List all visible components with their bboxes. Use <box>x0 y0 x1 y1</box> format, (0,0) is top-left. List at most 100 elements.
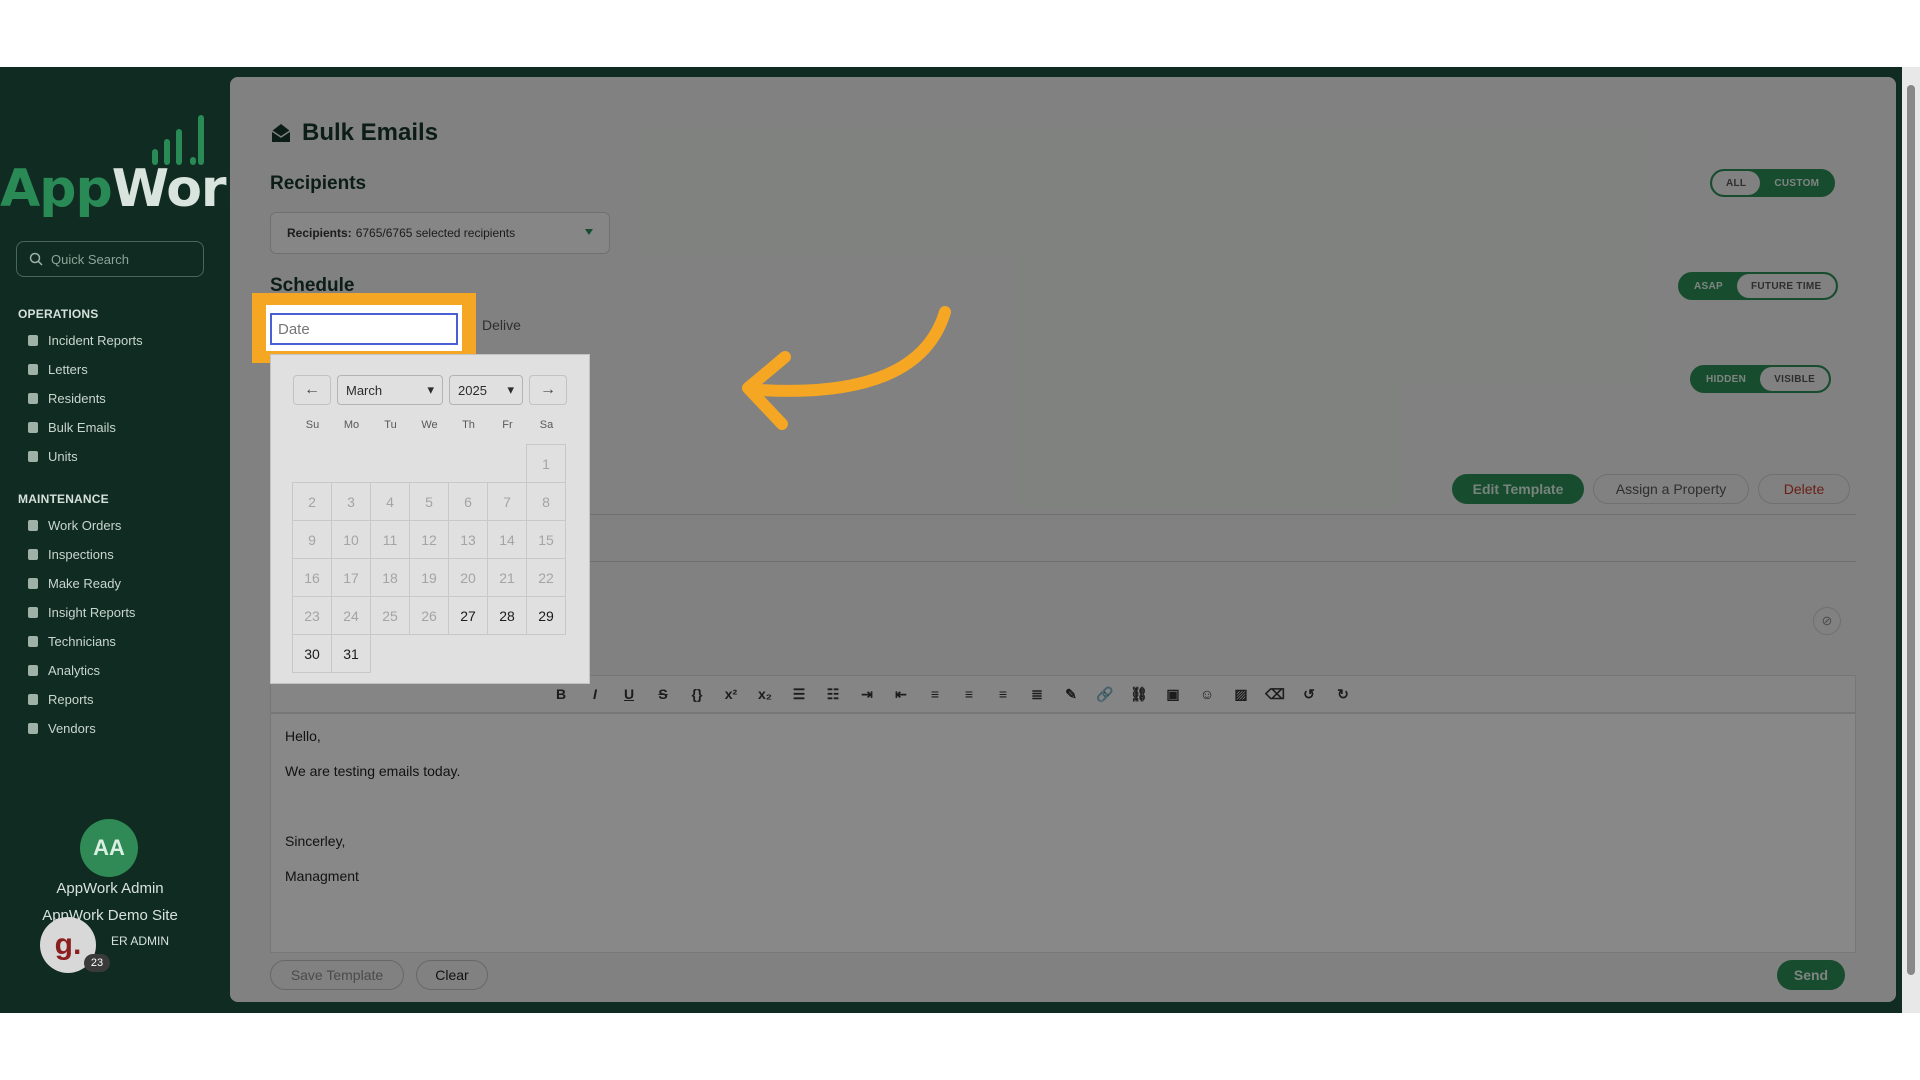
delete-button[interactable]: Delete <box>1758 474 1850 504</box>
delivery-field[interactable]: Delive <box>482 317 521 333</box>
sidebar-item-analytics[interactable]: Analytics <box>28 660 100 680</box>
numbered-list-icon[interactable]: ☷ <box>823 684 843 704</box>
calendar-blank <box>409 444 449 483</box>
image-icon[interactable]: ▨ <box>1231 684 1251 704</box>
document-icon <box>28 606 38 618</box>
weekday-label: Th <box>462 419 475 431</box>
sidebar-item-make-ready[interactable]: Make Ready <box>28 573 121 593</box>
quick-search-input[interactable]: Quick Search <box>16 241 204 277</box>
search-icon <box>29 252 43 266</box>
weekday-headers: Su Mo Tu We Th Fr Sa <box>293 419 566 431</box>
weekday-label: Tu <box>384 419 397 431</box>
outdent-icon[interactable]: ⇤ <box>891 684 911 704</box>
avatar[interactable]: AA <box>80 819 138 877</box>
underline-icon[interactable]: U <box>619 684 639 704</box>
align-right-icon[interactable]: ≡ <box>993 684 1013 704</box>
calendar-day: 13 <box>448 520 488 559</box>
sidebar-item-letters[interactable]: Letters <box>28 359 88 379</box>
embed-icon[interactable]: ▣ <box>1163 684 1183 704</box>
align-center-icon[interactable]: ≡ <box>959 684 979 704</box>
calendar-day: 6 <box>448 482 488 521</box>
code-icon[interactable]: {} <box>687 684 707 704</box>
italic-icon[interactable]: I <box>585 684 605 704</box>
calendar-day: 4 <box>370 482 410 521</box>
sidebar-item-reports[interactable]: Reports <box>28 689 94 709</box>
app-window: AppWork Quick Search OPERATIONS Incident… <box>0 67 1920 1013</box>
calendar-day-grid: 1 2 3 4 5 6 7 8 9 10 11 12 13 14 15 16 17 18 19 20 21 22 23 24 2… <box>292 444 566 673</box>
unlink-icon[interactable]: ⛓ <box>1129 684 1149 704</box>
eraser-icon[interactable]: ⌫ <box>1265 684 1285 704</box>
sidebar-item-inspections[interactable]: Inspections <box>28 544 114 564</box>
year-select[interactable]: 2025 ▾ <box>449 375 523 405</box>
clear-button[interactable]: Clear <box>416 960 488 990</box>
strikethrough-icon[interactable]: S <box>653 684 673 704</box>
calendar-day: 1 <box>526 444 566 483</box>
calendar-day[interactable]: 31 <box>331 634 371 673</box>
superscript-icon[interactable]: x² <box>721 684 741 704</box>
save-template-button[interactable]: Save Template <box>270 960 404 990</box>
bullet-list-icon[interactable]: ☰ <box>789 684 809 704</box>
notification-count-badge: 23 <box>84 954 110 972</box>
align-justify-icon[interactable]: ≣ <box>1027 684 1047 704</box>
bold-icon[interactable]: B <box>551 684 571 704</box>
chart-icon <box>28 664 38 676</box>
calendar-day: 11 <box>370 520 410 559</box>
emoji-icon[interactable]: ☺ <box>1197 684 1217 704</box>
date-input[interactable] <box>270 313 458 345</box>
undo-icon[interactable]: ↺ <box>1299 684 1319 704</box>
next-month-button[interactable]: → <box>529 375 567 405</box>
document-icon <box>28 334 38 346</box>
document-icon <box>28 693 38 705</box>
recipients-toggle[interactable]: ALL CUSTOM <box>1710 169 1836 197</box>
subscript-icon[interactable]: x₂ <box>755 684 775 704</box>
align-left-icon[interactable]: ≡ <box>925 684 945 704</box>
calendar-blank <box>331 444 371 483</box>
sidebar-item-technicians[interactable]: Technicians <box>28 631 116 651</box>
calendar-day: 15 <box>526 520 566 559</box>
indent-icon[interactable]: ⇥ <box>857 684 877 704</box>
prev-month-button[interactable]: ← <box>293 375 331 405</box>
toggle-visible[interactable]: VISIBLE <box>1760 367 1830 391</box>
hardhat-icon <box>28 635 38 647</box>
recipients-heading: Recipients <box>270 173 367 194</box>
calendar-day: 20 <box>448 558 488 597</box>
sidebar-item-bulk-emails[interactable]: Bulk Emails <box>28 417 116 437</box>
visibility-toggle[interactable]: HIDDEN VISIBLE <box>1690 365 1832 393</box>
envelope-icon <box>28 421 38 433</box>
edit-template-button[interactable]: Edit Template <box>1452 474 1584 504</box>
sidebar-item-residents[interactable]: Residents <box>28 388 106 408</box>
scrollbar[interactable] <box>1902 67 1920 1013</box>
sidebar-item-units[interactable]: Units <box>28 446 78 466</box>
assign-property-button[interactable]: Assign a Property <box>1593 474 1749 504</box>
annotation-arrow-icon <box>742 306 951 430</box>
sidebar-item-vendors[interactable]: Vendors <box>28 718 96 738</box>
month-select[interactable]: March ▾ <box>337 375 443 405</box>
calendar-day[interactable]: 28 <box>487 596 527 635</box>
calendar-day[interactable]: 29 <box>526 596 566 635</box>
attachment-icon[interactable]: ⊘ <box>1813 607 1841 635</box>
color-picker-icon[interactable]: ✎ <box>1061 684 1081 704</box>
calendar-day: 5 <box>409 482 449 521</box>
toggle-asap[interactable]: ASAP <box>1680 274 1737 298</box>
calendar-day[interactable]: 30 <box>292 634 332 673</box>
schedule-toggle[interactable]: ASAP FUTURE TIME <box>1678 272 1838 300</box>
calendar-blank <box>487 444 527 483</box>
toggle-custom[interactable]: CUSTOM <box>1760 171 1833 195</box>
toggle-future-time[interactable]: FUTURE TIME <box>1736 274 1836 298</box>
send-button[interactable]: Send <box>1777 960 1845 990</box>
link-icon[interactable]: 🔗 <box>1095 684 1115 704</box>
clipboard-icon <box>28 548 38 560</box>
sidebar-item-incident-reports[interactable]: Incident Reports <box>28 330 143 350</box>
toggle-hidden[interactable]: HIDDEN <box>1692 367 1760 391</box>
calendar-day[interactable]: 27 <box>448 596 488 635</box>
recipients-dropdown[interactable]: Recipients: 6765/6765 selected recipients <box>270 212 610 254</box>
email-body-editor[interactable]: Hello, We are testing emails today. Sinc… <box>270 713 1856 953</box>
redo-icon[interactable]: ↻ <box>1333 684 1353 704</box>
operations-heading: OPERATIONS <box>18 307 99 321</box>
sidebar-item-work-orders[interactable]: Work Orders <box>28 515 121 535</box>
calendar-day: 22 <box>526 558 566 597</box>
calendar-day: 21 <box>487 558 527 597</box>
sidebar-item-insight-reports[interactable]: Insight Reports <box>28 602 135 622</box>
sidebar: AppWork Quick Search OPERATIONS Incident… <box>0 67 260 1013</box>
toggle-all[interactable]: ALL <box>1712 171 1761 195</box>
